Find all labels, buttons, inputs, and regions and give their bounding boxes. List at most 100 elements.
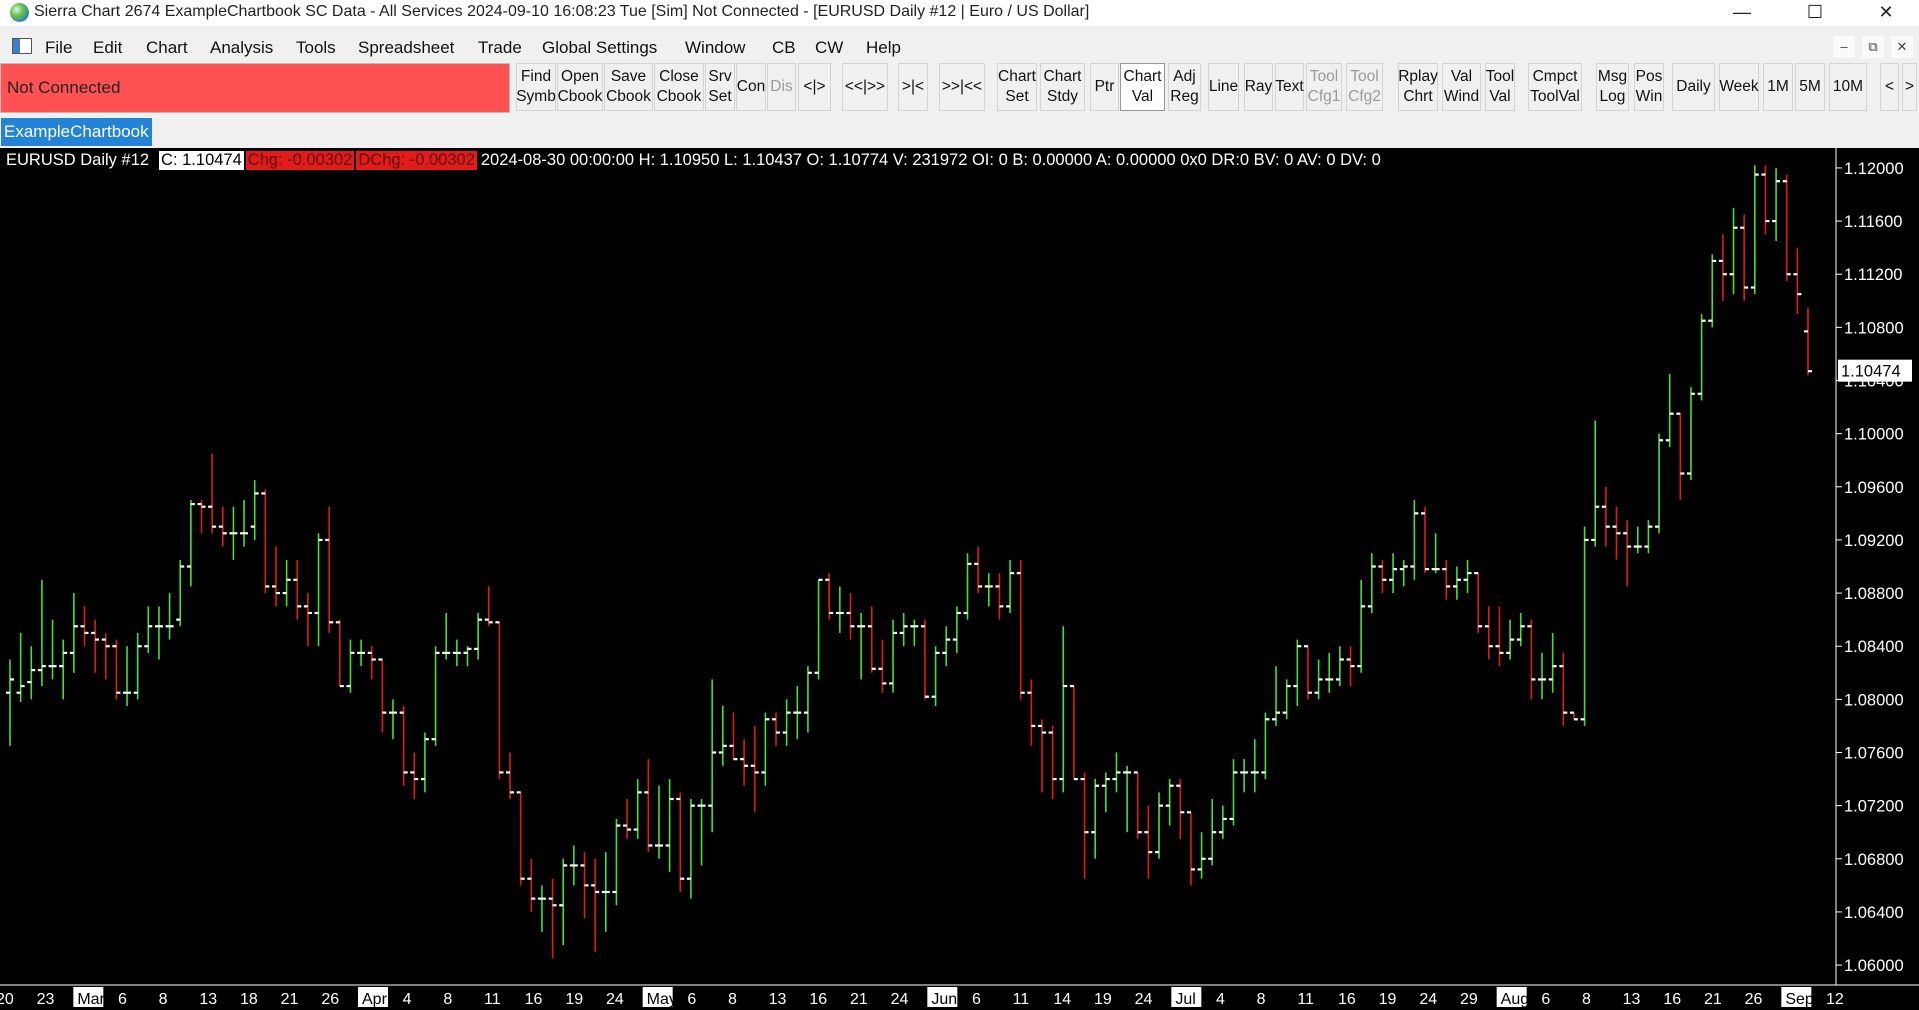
chartbook-window-icon[interactable] (12, 38, 32, 54)
menu-spreadsheet[interactable]: Spreadsheet (358, 38, 454, 58)
toolbar-button-find-symb[interactable]: Find Symb (516, 63, 556, 111)
toolbar-button-adj-reg[interactable]: Adj Reg (1168, 63, 1201, 111)
minimize-button[interactable]: — (1712, 0, 1772, 26)
ohlc-bar (1186, 811, 1195, 886)
ohlc-bar (676, 792, 685, 892)
menu-window[interactable]: Window (685, 38, 745, 58)
toolbar-button-ltltbargtgt[interactable]: <<|>> (842, 63, 888, 111)
toolbar-button-save-cbook[interactable]: Save Cbook (604, 63, 653, 111)
menu-edit[interactable]: Edit (93, 38, 122, 58)
toolbar-button-daily[interactable]: Daily (1672, 63, 1715, 111)
ohlc-bar (1282, 679, 1291, 720)
mdi-restore-button[interactable]: ⧉ (1862, 36, 1884, 58)
toolbar-button-ray[interactable]: Ray (1244, 63, 1273, 111)
menu-cb[interactable]: CB (772, 38, 796, 58)
ohlc-bar (1165, 779, 1174, 826)
toolbar-button-pos-win[interactable]: Pos Win (1634, 63, 1664, 111)
y-tick-label: 1.08800 (1844, 585, 1904, 603)
toolbar-button-close-cbook[interactable]: Close Cbook (654, 63, 704, 111)
ohlc-bar (1367, 553, 1376, 613)
toolbar-button-gtbarlt[interactable]: >|< (898, 63, 928, 111)
ohlc-bar (814, 578, 823, 680)
ohlc-bar (229, 506, 238, 560)
ohlc-bar (1729, 207, 1738, 295)
y-tick-label: 1.07600 (1844, 745, 1904, 763)
menu-analysis[interactable]: Analysis (210, 38, 273, 58)
menu-trade[interactable]: Trade (478, 38, 522, 58)
toolbar-button-chart-stdy[interactable]: Chart Stdy (1040, 63, 1085, 111)
ohlc-bar (6, 659, 14, 746)
toolbar-button-rplay-chrt[interactable]: Rplay Chrt (1398, 63, 1438, 111)
mdi-close-button[interactable]: ✕ (1891, 36, 1913, 58)
y-tick-label: 1.11200 (1844, 266, 1902, 284)
ohlc-bar (1559, 652, 1568, 726)
x-tick-label: 21 (1704, 991, 1722, 1008)
toolbar-button-lt[interactable]: < (1880, 63, 1899, 111)
toolbar-button-con[interactable]: Con (736, 63, 766, 111)
ohlc-bar (1091, 779, 1100, 859)
toolbar-button-msg-log[interactable]: Msg Log (1596, 63, 1629, 111)
ohlc-bar (920, 619, 929, 700)
toolbar-button-tool-val[interactable]: Tool Val (1485, 63, 1515, 111)
toolbar-button-srv-set[interactable]: Srv Set (705, 63, 735, 111)
toolbar-button-ltbargt[interactable]: <|> (798, 63, 831, 111)
toolbar-button-10m[interactable]: 10M (1829, 63, 1867, 111)
x-tick-label: 19 (565, 991, 583, 1008)
ohlc-bar (846, 593, 855, 640)
menu-chart[interactable]: Chart (146, 38, 188, 58)
menu-tools[interactable]: Tools (296, 38, 336, 58)
connection-status[interactable]: Not Connected (0, 63, 510, 113)
ohlc-bar (1037, 719, 1046, 793)
ohlc-bar (495, 621, 504, 780)
toolbar-button-dis[interactable]: Dis (767, 63, 796, 111)
ohlc-bar (101, 632, 110, 680)
toolbar-button-week[interactable]: Week (1719, 63, 1759, 111)
ohlc-bar (1303, 645, 1312, 700)
ohlc-bar (516, 791, 525, 886)
toolbar-button-line[interactable]: Line (1208, 63, 1239, 111)
ohlc-bar (1293, 639, 1302, 706)
ohlc-bar (1538, 652, 1547, 700)
maximize-button[interactable]: ☐ (1785, 0, 1845, 26)
x-tick-label: 24 (1419, 991, 1437, 1008)
toolbar-button-gt[interactable]: > (1902, 63, 1917, 111)
ohlc-bar (601, 852, 610, 932)
toolbar-button-tool-cfg2[interactable]: Tool Cfg2 (1346, 63, 1383, 111)
menu-global-settings[interactable]: Global Settings (542, 38, 657, 58)
toolbar-button-5m[interactable]: 5M (1795, 63, 1825, 111)
ohlc-bar (133, 632, 142, 700)
ohlc-bar (718, 706, 727, 766)
y-tick-label: 1.08400 (1844, 638, 1904, 656)
toolbar-button-tool-cfg1[interactable]: Tool Cfg1 (1306, 63, 1342, 111)
ohlc-bar (1016, 559, 1025, 700)
toolbar-button-cmpct-toolval[interactable]: Cmpct ToolVal (1528, 63, 1582, 111)
x-tick-label: 6 (972, 991, 981, 1008)
toolbar-button-gtgtbarltlt[interactable]: >>|<< (939, 63, 985, 111)
ohlc-bar (633, 779, 642, 839)
ohlc-bar (835, 586, 844, 633)
ohlc-bar (1612, 506, 1621, 560)
menu-cw[interactable]: CW (815, 38, 843, 58)
ohlc-bar (825, 573, 834, 620)
toolbar-button-chart-set[interactable]: Chart Set (997, 63, 1037, 111)
x-month-label: May (647, 991, 677, 1008)
ohlc-bar (1697, 314, 1706, 401)
ohlc-bar (197, 500, 206, 534)
x-month-label: Apr (362, 991, 388, 1008)
ohlc-bar-chart[interactable]: 1.120001.116001.112001.108001.104001.100… (0, 148, 1919, 1010)
mdi-minimize-button[interactable]: – (1833, 36, 1855, 58)
ohlc-bar (1772, 167, 1781, 241)
toolbar-button-chart-val[interactable]: Chart Val (1120, 63, 1165, 111)
ohlc-bar (952, 606, 961, 653)
toolbar-button-ptr[interactable]: Ptr (1090, 63, 1119, 111)
close-button[interactable]: ✕ (1856, 0, 1916, 26)
ohlc-bar (1027, 679, 1036, 746)
price-chart[interactable]: 1.120001.116001.112001.108001.104001.100… (0, 148, 1919, 1010)
toolbar-button-open-cbook[interactable]: Open Cbook (557, 63, 603, 111)
menu-help[interactable]: Help (866, 38, 901, 58)
toolbar-button-1m[interactable]: 1M (1763, 63, 1793, 111)
toolbar-button-text[interactable]: Text (1275, 63, 1304, 111)
menu-file[interactable]: File (45, 38, 72, 58)
toolbar-button-val-wind[interactable]: Val Wind (1442, 63, 1481, 111)
tab-examplechartbook[interactable]: ExampleChartbook (1, 118, 152, 146)
